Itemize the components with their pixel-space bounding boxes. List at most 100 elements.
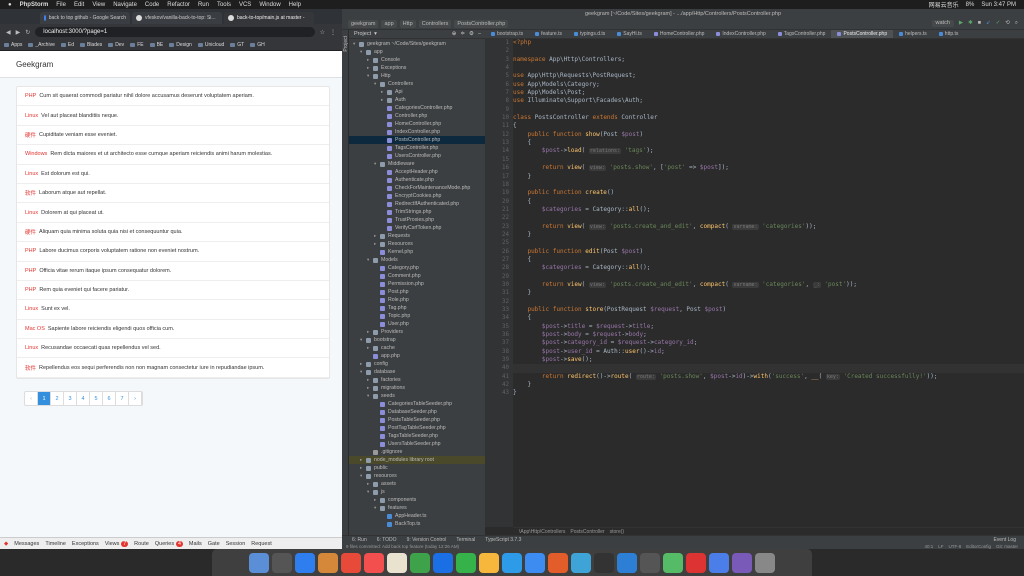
dock-app-icon[interactable] (387, 552, 407, 573)
locate-icon[interactable]: ⊕ (452, 31, 457, 37)
debugbar-tab[interactable]: Views 7 (105, 540, 129, 547)
post-item[interactable]: Linux Recusandae occaecati quas repellend… (17, 339, 329, 359)
tree-node[interactable]: DatabaseSeeder.php (349, 408, 485, 416)
debug-icon[interactable]: ✱ (968, 20, 973, 27)
dock-app-icon[interactable] (364, 552, 384, 573)
tree-node[interactable]: ▾ Controllers (349, 80, 485, 88)
post-category-link[interactable]: PHP (25, 287, 36, 293)
dock-app-icon[interactable] (318, 552, 338, 573)
tool-window-tab[interactable]: 6: TODO (377, 537, 397, 543)
post-title-link[interactable]: Rem quia eveniet qui facere pariatur. (39, 287, 129, 293)
tree-node[interactable]: .gitignore (349, 448, 485, 456)
menubar-item-view[interactable]: View (92, 2, 105, 8)
tree-node[interactable]: ▾ app (349, 48, 485, 56)
hide-icon[interactable]: – (478, 31, 481, 37)
tree-node[interactable]: RedirectIfAuthenticated.php (349, 200, 485, 208)
dock-app-icon[interactable] (594, 552, 614, 573)
editor-tab[interactable]: typings.d.ts (568, 30, 611, 38)
tree-node[interactable]: IndexController.php (349, 128, 485, 136)
run-icon[interactable]: ▶ (959, 20, 963, 27)
debugbar-tab[interactable]: Mails (189, 541, 202, 547)
tree-node[interactable]: ▸ assets (349, 480, 485, 488)
tree-node[interactable]: TrustProxies.php (349, 216, 485, 224)
site-brand[interactable]: Geekgram (16, 60, 53, 69)
tree-node[interactable]: Role.php (349, 296, 485, 304)
nav-breadcrumb-item[interactable]: Http (399, 19, 416, 28)
debugbar-tab[interactable]: Exceptions (72, 541, 99, 547)
tree-node[interactable]: AppHeader.ts (349, 512, 485, 520)
status-widget[interactable]: 40:1 (924, 544, 933, 549)
post-item[interactable]: PHP Officia vitae rerum itaque ipsum cons… (17, 262, 329, 281)
post-category-link[interactable]: Linux (25, 171, 38, 177)
bookmark-item[interactable]: Dev (108, 42, 124, 48)
editor-tab[interactable]: HomeController.php (648, 30, 710, 38)
code-editor[interactable]: <?php namespace App\Http\Controllers; us… (513, 39, 1024, 527)
tool-window-tab[interactable]: Terminal (456, 537, 475, 543)
menubar-item-help[interactable]: Help (289, 2, 301, 8)
post-item[interactable]: Linux Dolorem at qui placeat ut. (17, 203, 329, 223)
history-icon[interactable]: ⟲ (1005, 20, 1010, 27)
post-title-link[interactable]: Officia vitae rerum itaque ipsum consequ… (39, 268, 171, 274)
bookmark-item[interactable]: Ed (60, 42, 74, 48)
tree-node[interactable]: Authenticate.php (349, 176, 485, 184)
post-category-link[interactable]: 软件 (25, 189, 36, 197)
dock-app-icon[interactable] (295, 552, 315, 573)
battery-indicator[interactable]: 8% (966, 2, 975, 8)
tree-node[interactable]: ▸ Requests (349, 232, 485, 240)
tool-window-tab[interactable]: TypeScript 3.7.3 (485, 537, 521, 543)
tree-node[interactable]: VerifyCsrfToken.php (349, 224, 485, 232)
editor-tab[interactable]: TagsController.php (772, 30, 832, 38)
event-log-tab[interactable]: Event Log (993, 537, 1024, 543)
tree-node[interactable]: Controller.php (349, 112, 485, 120)
debugbar-tab[interactable]: Queries 4 (155, 540, 183, 547)
status-widget[interactable]: Git: master (996, 544, 1018, 549)
post-item[interactable]: 硬件 Aliquam quia minima soluta quia nisi e… (17, 223, 329, 243)
forward-icon[interactable]: ▶ (16, 29, 21, 36)
dock-app-icon[interactable] (502, 552, 522, 573)
tree-node[interactable]: TagsController.php (349, 144, 485, 152)
status-widget[interactable]: UTF-8 (948, 544, 961, 549)
code-breadcrumb-item[interactable]: PostsController (570, 529, 604, 535)
editor-tab[interactable]: PostsController.php (831, 30, 894, 38)
menubar-item-vcs[interactable]: VCS (239, 2, 251, 8)
tree-node[interactable]: ▸ Resources (349, 240, 485, 248)
post-item[interactable]: Linux Est dolorum est qui. (17, 165, 329, 184)
tree-node[interactable]: ▾ Models (349, 256, 485, 264)
post-category-link[interactable]: PHP (25, 93, 36, 99)
post-category-link[interactable]: PHP (25, 248, 36, 254)
nav-breadcrumb-item[interactable]: geekgram (348, 19, 379, 28)
bookmark-item[interactable]: BE (149, 42, 163, 48)
tree-node[interactable]: ▾ Http (349, 72, 485, 80)
editor-tab[interactable]: SayHi.ts (611, 30, 648, 38)
dock-app-icon[interactable] (755, 552, 775, 573)
post-category-link[interactable]: 软件 (25, 364, 36, 372)
dock-app-icon[interactable] (341, 552, 361, 573)
dock-app-icon[interactable] (732, 552, 752, 573)
pagination-item[interactable]: › (129, 392, 142, 405)
bookmark-item[interactable]: GT (230, 42, 244, 48)
editor-tab[interactable]: bootstrap.ts (485, 30, 529, 38)
tree-node[interactable]: CategoriesTableSeeder.php (349, 400, 485, 408)
dock-app-icon[interactable] (410, 552, 430, 573)
tree-node[interactable]: ▸ public (349, 464, 485, 472)
tool-window-tab[interactable]: 9: Version Control (407, 537, 447, 543)
tree-node[interactable]: PostsTableSeeder.php (349, 416, 485, 424)
project-view-selector[interactable]: Project (354, 31, 371, 37)
status-widget[interactable]: EditorConfig (966, 544, 991, 549)
dock-app-icon[interactable] (525, 552, 545, 573)
post-category-link[interactable]: PHP (25, 268, 36, 274)
tree-node[interactable]: ▾ geekgram ~/Code/Sites/geekgram (349, 40, 485, 48)
menubar-item-file[interactable]: File (56, 2, 66, 8)
bookmark-item[interactable]: Unicloud (197, 42, 224, 48)
editor-tab[interactable]: feature.ts (529, 30, 568, 38)
menubar-item-tools[interactable]: Tools (217, 2, 231, 8)
tree-node[interactable]: ▸ Exceptions (349, 64, 485, 72)
tree-node[interactable]: EncryptCookies.php (349, 192, 485, 200)
bookmark-item[interactable]: _Archive (28, 42, 55, 48)
dock-app-icon[interactable] (709, 552, 729, 573)
post-item[interactable]: Windows Rem dicta maiores et ut architect… (17, 145, 329, 165)
editor-tab[interactable]: IndexController.php (710, 30, 771, 38)
bookmark-star-icon[interactable]: ☆ (320, 29, 325, 36)
editor-tab[interactable]: http.ts (933, 30, 965, 38)
pagination-item[interactable]: 2 (51, 392, 64, 405)
